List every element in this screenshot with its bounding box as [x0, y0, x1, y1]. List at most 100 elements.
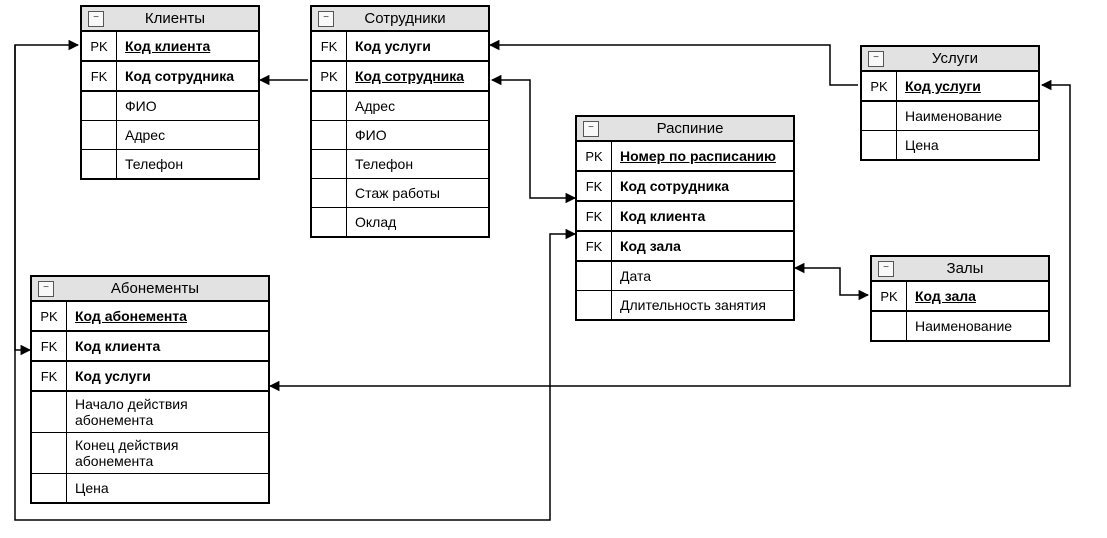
- collapse-icon[interactable]: −: [318, 11, 334, 27]
- attribute-cell: Телефон: [117, 150, 258, 178]
- key-type-cell: [862, 131, 897, 159]
- entity-title: Абонементы: [62, 280, 262, 297]
- key-type-cell: PK: [312, 62, 347, 90]
- key-type-cell: [32, 433, 67, 473]
- entity-clients: − Клиенты PKКод клиентаFK Код сотрудника Ф…: [80, 5, 260, 180]
- attribute-label: Дата: [620, 268, 651, 284]
- attribute-cell: Код клиента: [117, 32, 258, 60]
- attribute-label: Конец действия абонемента: [75, 437, 260, 469]
- entity-header: − Залы: [872, 257, 1048, 282]
- attribute-label: Адрес: [125, 127, 165, 143]
- key-type-cell: [577, 262, 612, 290]
- collapse-icon[interactable]: −: [88, 11, 104, 27]
- entity-row: ФИО: [312, 121, 488, 150]
- key-type-cell: [872, 312, 907, 340]
- attribute-cell: Код зала: [612, 232, 793, 260]
- entity-header: − Услуги: [862, 47, 1038, 72]
- attribute-label: Наименование: [915, 318, 1012, 334]
- attribute-label: Оклад: [355, 214, 396, 230]
- attribute-label: Код услуги: [75, 368, 151, 384]
- entity-row: Наименование: [862, 102, 1038, 131]
- attribute-label: Стаж работы: [355, 185, 440, 201]
- key-type-cell: FK: [32, 362, 67, 390]
- key-type-cell: PK: [32, 302, 67, 330]
- attribute-cell: Длительность занятия: [612, 291, 793, 319]
- attribute-label: ФИО: [355, 127, 387, 143]
- attribute-label: Телефон: [355, 156, 413, 172]
- attribute-cell: Код сотрудника: [347, 62, 488, 90]
- entity-row: Цена: [862, 131, 1038, 159]
- attribute-label: Номер по расписанию: [620, 148, 776, 164]
- attribute-cell: Код зала: [907, 282, 1048, 310]
- key-type-cell: [82, 121, 117, 149]
- key-type-cell: [862, 102, 897, 130]
- entity-row: Адрес: [312, 92, 488, 121]
- attribute-cell: Конец действия абонемента: [67, 433, 268, 473]
- entity-row: ФИО: [82, 92, 258, 121]
- entity-row: Наименование: [872, 312, 1048, 340]
- key-type-cell: [312, 150, 347, 178]
- attribute-label: Код сотрудника: [125, 68, 234, 84]
- attribute-cell: Код сотрудника: [117, 62, 258, 90]
- entity-services: − Услуги PKКод услугиНаименованиеЦена: [860, 45, 1040, 161]
- attribute-label: Код зала: [915, 288, 976, 304]
- entity-row: PK Код сотрудника: [312, 62, 488, 92]
- key-type-cell: FK: [32, 332, 67, 360]
- entity-row: FKКод услуги: [312, 32, 488, 62]
- entity-title: Клиенты: [112, 10, 252, 27]
- key-type-cell: PK: [82, 32, 117, 60]
- entity-title: Залы: [902, 260, 1042, 277]
- entity-row: Телефон: [82, 150, 258, 178]
- key-type-cell: FK: [577, 172, 612, 200]
- attribute-cell: Код сотрудника: [612, 172, 793, 200]
- attribute-label: Код сотрудника: [355, 68, 464, 84]
- key-type-cell: [32, 392, 67, 432]
- entity-row: PKКод клиента: [82, 32, 258, 62]
- attribute-label: Код клиента: [75, 338, 160, 354]
- attribute-label: Код сотрудника: [620, 178, 729, 194]
- entity-row: FK Код зала: [577, 232, 793, 262]
- entity-row: Начало действия абонемента: [32, 392, 268, 433]
- attribute-cell: Адрес: [117, 121, 258, 149]
- attribute-label: Наименование: [905, 108, 1002, 124]
- entity-header: − Клиенты: [82, 7, 258, 32]
- key-type-cell: FK: [312, 32, 347, 60]
- collapse-icon[interactable]: −: [38, 281, 54, 297]
- attribute-cell: Дата: [612, 262, 793, 290]
- collapse-icon[interactable]: −: [583, 121, 599, 137]
- entity-schedule: − Распиние PK Номер по расписанию FK Код со…: [575, 115, 795, 321]
- attribute-cell: Наименование: [897, 102, 1038, 130]
- attribute-cell: Наименование: [907, 312, 1048, 340]
- key-type-cell: FK: [577, 202, 612, 230]
- key-type-cell: [312, 208, 347, 236]
- entity-header: − Сотрудники: [312, 7, 488, 32]
- entity-row: PK Номер по расписанию: [577, 142, 793, 172]
- entity-halls: − Залы PK Код зала Наименование: [870, 255, 1050, 342]
- entity-title: Распиние: [607, 120, 787, 137]
- attribute-cell: Цена: [67, 474, 268, 502]
- entity-row: Адрес: [82, 121, 258, 150]
- entity-row: FK Код сотрудника: [82, 62, 258, 92]
- entity-row: PK Код зала: [872, 282, 1048, 312]
- attribute-cell: Код услуги: [347, 32, 488, 60]
- attribute-label: Код зала: [620, 238, 681, 254]
- key-type-cell: PK: [577, 142, 612, 170]
- entity-row: FK Код клиента: [32, 332, 268, 362]
- attribute-label: Код клиента: [620, 208, 705, 224]
- collapse-icon[interactable]: −: [878, 261, 894, 277]
- key-type-cell: PK: [872, 282, 907, 310]
- key-type-cell: FK: [82, 62, 117, 90]
- entity-row: Оклад: [312, 208, 488, 236]
- key-type-cell: FK: [577, 232, 612, 260]
- entity-row: Дата: [577, 262, 793, 291]
- attribute-cell: ФИО: [117, 92, 258, 120]
- attribute-cell: Стаж работы: [347, 179, 488, 207]
- attribute-label: Цена: [75, 480, 109, 496]
- attribute-cell: Начало действия абонемента: [67, 392, 268, 432]
- entity-employees: − Сотрудники FKКод услугиPK Код сотрудник…: [310, 5, 490, 238]
- entity-row: FK Код клиента: [577, 202, 793, 232]
- collapse-icon[interactable]: −: [868, 51, 884, 67]
- attribute-label: ФИО: [125, 98, 157, 114]
- entity-header: − Абонементы: [32, 277, 268, 302]
- entity-subscriptions: − Абонементы PKКод абонементаFKКод клиен…: [30, 275, 270, 504]
